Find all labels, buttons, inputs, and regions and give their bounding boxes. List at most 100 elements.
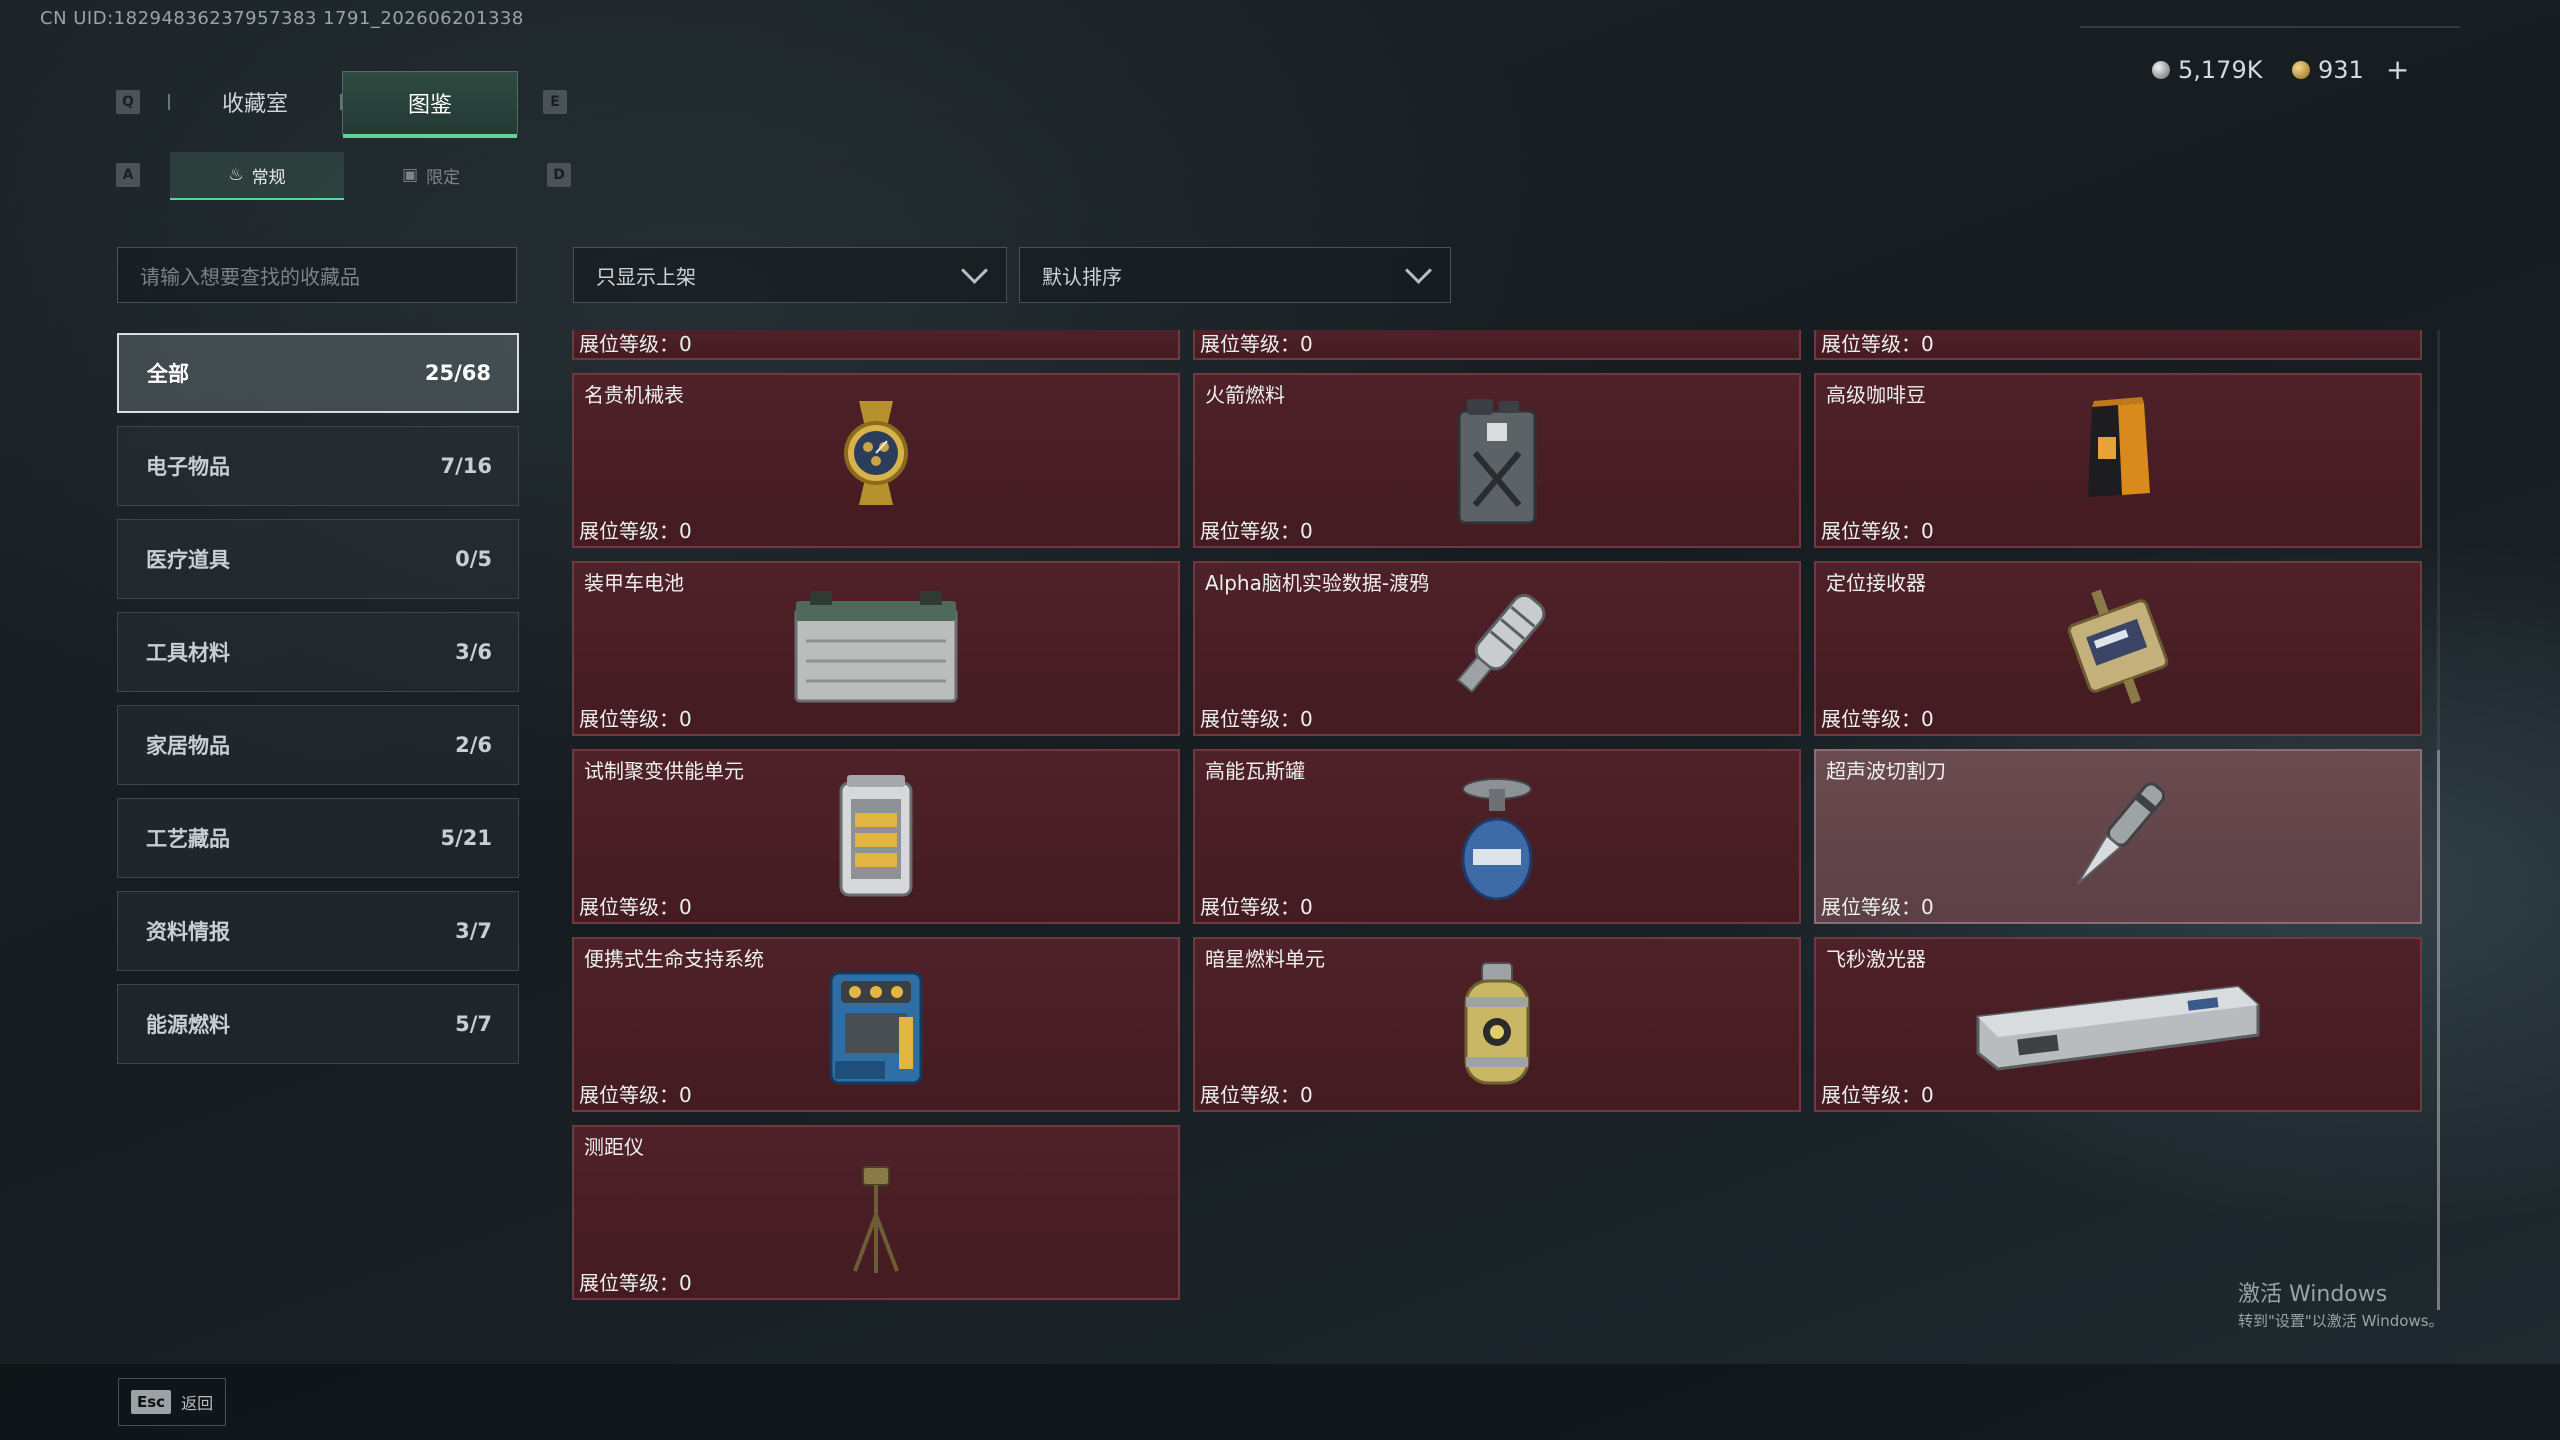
subtab-limited[interactable]: ▣ 限定 <box>344 152 518 198</box>
category-label: 工具材料 <box>146 641 230 665</box>
add-currency-button[interactable]: + <box>2386 56 2409 84</box>
category-crafts[interactable]: 工艺藏品 5/21 <box>117 798 519 878</box>
category-household[interactable]: 家居物品 2/6 <box>117 705 519 785</box>
item-card-partial[interactable]: 展位等级：0 <box>1193 330 1801 360</box>
search-input[interactable]: 请输入想要查找的收藏品 <box>117 247 517 303</box>
category-label: 医疗道具 <box>146 548 230 572</box>
key-hint-a: A <box>116 163 140 187</box>
sort-value: 默认排序 <box>1042 264 1122 289</box>
key-hint-d: D <box>547 163 571 187</box>
category-count: 3/7 <box>455 919 492 943</box>
item-card[interactable]: 高级咖啡豆 展位等级：0 <box>1814 373 2422 548</box>
item-level: 展位等级：0 <box>579 895 692 919</box>
key-hint-e: E <box>543 90 567 114</box>
item-card[interactable]: 暗星燃料单元 展位等级：0 <box>1193 937 1801 1112</box>
item-level: 展位等级：0 <box>1200 1083 1313 1107</box>
item-card[interactable]: 装甲车电池 展位等级：0 <box>572 561 1180 736</box>
sub-tabs: ♨ 常规 ▣ 限定 <box>170 152 518 200</box>
category-label: 电子物品 <box>146 455 230 479</box>
item-card[interactable]: 便携式生命支持系统 展位等级：0 <box>572 937 1180 1112</box>
item-card[interactable]: 名贵机械表 展位等级：0 <box>572 373 1180 548</box>
category-list: 全部 25/68 电子物品 7/16 医疗道具 0/5 工具材料 3/6 家居物… <box>117 333 519 1077</box>
life-support-icon <box>829 971 923 1085</box>
gold-coin-icon <box>2292 61 2310 79</box>
category-count: 0/5 <box>455 547 492 571</box>
item-name: 试制聚变供能单元 <box>584 759 744 783</box>
silver-amount: 5,179K <box>2178 56 2263 84</box>
category-count: 5/7 <box>455 1012 492 1036</box>
item-level: 展位等级：0 <box>1821 519 1934 543</box>
category-medical[interactable]: 医疗道具 0/5 <box>117 519 519 599</box>
item-level: 展位等级：0 <box>1821 895 1934 919</box>
category-label: 资料情报 <box>146 920 230 944</box>
category-count: 2/6 <box>455 733 492 757</box>
item-card[interactable]: 高能瓦斯罐 展位等级：0 <box>1193 749 1801 924</box>
category-intel[interactable]: 资料情报 3/7 <box>117 891 519 971</box>
item-card[interactable]: 测距仪 展位等级：0 <box>572 1125 1180 1300</box>
item-level: 展位等级：0 <box>1821 707 1934 731</box>
item-name: 高级咖啡豆 <box>1826 383 1926 407</box>
item-card[interactable]: 飞秒激光器 展位等级：0 <box>1814 937 2422 1112</box>
bottom-bar <box>0 1364 2560 1440</box>
grid-scrollbar-thumb[interactable] <box>2437 750 2440 1310</box>
item-name: Alpha脑机实验数据-渡鸦 <box>1205 571 1430 595</box>
laser-case-icon <box>1976 985 2260 1071</box>
item-name: 名贵机械表 <box>584 383 684 407</box>
item-card[interactable]: 试制聚变供能单元 展位等级：0 <box>572 749 1180 924</box>
subtab-regular-label: 常规 <box>251 167 286 188</box>
category-label: 家居物品 <box>146 734 230 758</box>
item-level: 展位等级：0 <box>579 332 692 356</box>
item-level: 展位等级：0 <box>1200 519 1313 543</box>
back-label: 返回 <box>181 1394 214 1413</box>
item-level: 展位等级：0 <box>1821 1083 1934 1107</box>
item-name: 飞秒激光器 <box>1826 947 1926 971</box>
sort-dropdown[interactable]: 默认排序 <box>1019 247 1451 303</box>
gold-amount: 931 <box>2318 56 2364 84</box>
item-level: 展位等级：0 <box>579 707 692 731</box>
category-tools[interactable]: 工具材料 3/6 <box>117 612 519 692</box>
gold-currency[interactable]: 931 + <box>2292 56 2409 84</box>
shelf-filter-dropdown[interactable]: 只显示上架 <box>573 247 1007 303</box>
category-label: 工艺藏品 <box>146 827 230 851</box>
item-name: 超声波切割刀 <box>1826 759 1946 783</box>
category-electronics[interactable]: 电子物品 7/16 <box>117 426 519 506</box>
receiver-icon <box>2067 589 2169 704</box>
subtab-regular[interactable]: ♨ 常规 <box>170 152 344 200</box>
item-card-partial[interactable]: 展位等级：0 <box>572 330 1180 360</box>
key-hint-q: Q <box>116 90 140 114</box>
silver-coin-icon <box>2152 61 2170 79</box>
item-card-partial[interactable]: 展位等级：0 <box>1814 330 2422 360</box>
item-card[interactable]: 定位接收器 展位等级：0 <box>1814 561 2422 736</box>
watermark-subtitle: 转到"设置"以激活 Windows。 <box>2238 1312 2444 1330</box>
item-name: 装甲车电池 <box>584 571 684 595</box>
image-icon: ▣ <box>401 165 419 185</box>
fusion-cell-icon <box>839 775 913 897</box>
category-energy[interactable]: 能源燃料 5/7 <box>117 984 519 1064</box>
category-label: 全部 <box>147 362 189 386</box>
category-count: 25/68 <box>424 361 491 385</box>
category-all[interactable]: 全部 25/68 <box>117 333 519 413</box>
back-button[interactable]: Esc 返回 <box>118 1378 226 1426</box>
tab-separator <box>340 94 342 110</box>
category-count: 3/6 <box>455 640 492 664</box>
item-level: 展位等级：0 <box>579 1271 692 1295</box>
item-card[interactable]: 火箭燃料 展位等级：0 <box>1193 373 1801 548</box>
top-divider <box>2080 26 2460 28</box>
tab-codex[interactable]: 图鉴 <box>342 71 518 138</box>
battery-icon <box>794 591 958 703</box>
chevron-down-icon <box>961 256 988 284</box>
item-level: 展位等级：0 <box>1200 707 1313 731</box>
item-level: 展位等级：0 <box>1200 332 1313 356</box>
item-name: 火箭燃料 <box>1205 383 1285 407</box>
category-count: 7/16 <box>440 454 492 478</box>
tab-collection-room[interactable]: 收藏室 <box>168 71 342 133</box>
coffee-bag-icon <box>2088 397 2150 497</box>
uid-label: CN UID:18294836237957383 1791_2026062013… <box>40 8 524 29</box>
category-label: 能源燃料 <box>146 1013 230 1037</box>
item-card[interactable]: 超声波切割刀 展位等级：0 <box>1814 749 2422 924</box>
category-count: 5/21 <box>440 826 492 850</box>
item-card[interactable]: Alpha脑机实验数据-渡鸦 展位等级：0 <box>1193 561 1801 736</box>
windows-activation-watermark: 激活 Windows 转到"设置"以激活 Windows。 <box>2238 1276 2444 1331</box>
item-name: 测距仪 <box>584 1135 644 1159</box>
silver-currency: 5,179K <box>2152 56 2262 84</box>
